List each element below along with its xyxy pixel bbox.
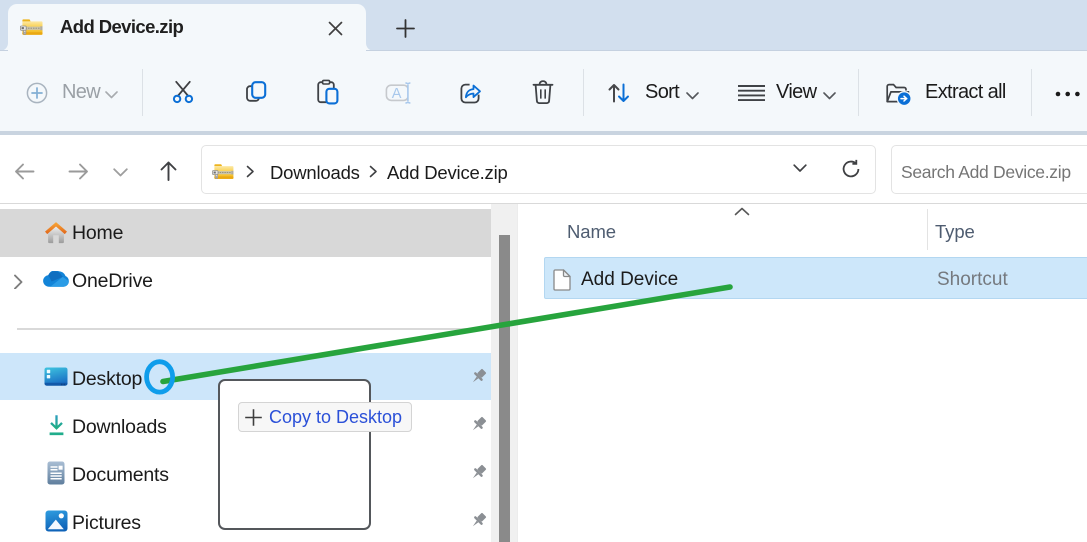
svg-text:A: A [392,86,402,102]
